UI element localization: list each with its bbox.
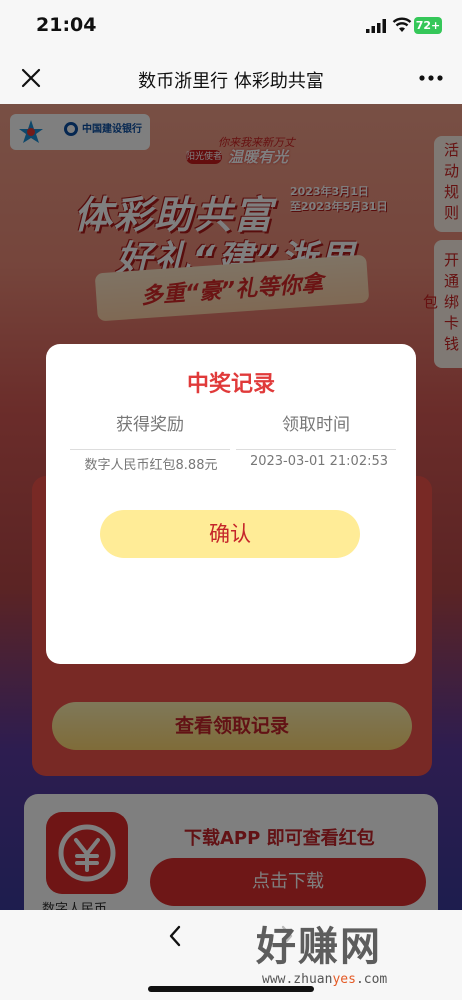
column-header-time: 领取时间 <box>236 410 396 450</box>
dialog-title: 中奖记录 <box>186 372 275 397</box>
prize-record-dialog: 中奖记录 获得奖励 领取时间 数字人民币红包8.88元 2023-03-01 2… <box>46 344 416 664</box>
confirm-button[interactable]: 确认 <box>100 510 360 558</box>
page-title: 数币浙里行 体彩助共富 <box>138 71 324 92</box>
status-time: 21:04 <box>36 14 97 36</box>
back-arrow-icon[interactable] <box>166 924 184 948</box>
watermark-url: www.zhuanyes.com <box>262 972 387 987</box>
more-icon[interactable] <box>418 74 444 82</box>
signal-icon <box>366 19 386 33</box>
watermark-url-suffix: .com <box>355 972 388 987</box>
watermark-url-part: www.zhuan <box>262 972 333 987</box>
column-header-prize: 获得奖励 <box>70 410 230 450</box>
nav-bar: 数币浙里行 体彩助共富 <box>0 52 462 104</box>
battery-indicator: 72+ <box>414 17 442 34</box>
watermark-logo: 好赚网 <box>256 924 382 970</box>
record-prize: 数字人民币红包8.88元 <box>84 458 218 473</box>
record-time: 2023-03-01 21:02:53 <box>249 454 389 469</box>
watermark-url-accent: yes <box>332 972 356 987</box>
status-bar: 21:04 72+ <box>0 0 462 52</box>
site-watermark: 好赚网 www.zhuanyes.com <box>250 906 450 996</box>
wifi-icon <box>392 17 412 32</box>
